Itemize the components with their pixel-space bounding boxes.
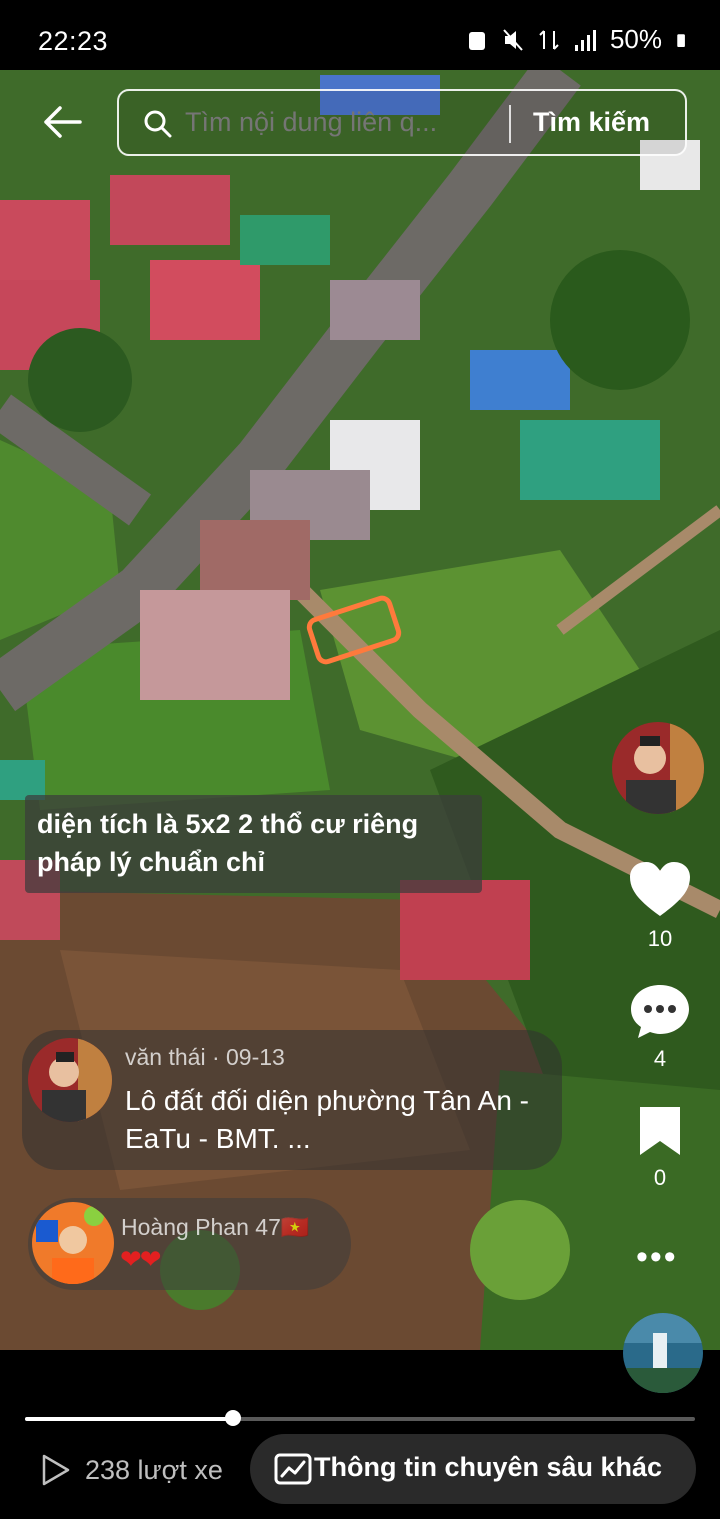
status-icons: 50% bbox=[466, 24, 690, 55]
search-input[interactable] bbox=[185, 107, 505, 138]
save-count: 0 bbox=[653, 1165, 667, 1190]
creator-avatar[interactable] bbox=[612, 722, 704, 814]
search-button[interactable]: Tìm kiếm bbox=[533, 107, 650, 138]
comment-bubble[interactable]: văn thái · 09-13 Lô đất đối diện phường … bbox=[22, 1030, 562, 1170]
status-bar: 22:23 50% bbox=[0, 0, 720, 70]
bookmark-icon[interactable] bbox=[628, 1105, 692, 1157]
signal-icon bbox=[574, 29, 596, 51]
heart-icon[interactable] bbox=[628, 860, 692, 918]
progress-bar[interactable] bbox=[25, 1410, 695, 1426]
view-count: 238 lượt xe bbox=[85, 1455, 223, 1485]
comment-count: 4 bbox=[653, 1046, 667, 1071]
video-caption: diện tích là 5x2 2 thổ cư riêng pháp lý … bbox=[25, 795, 482, 893]
avatar[interactable] bbox=[28, 1038, 112, 1122]
search-divider bbox=[509, 105, 511, 143]
comment-meta: văn thái · 09-13 bbox=[125, 1044, 285, 1070]
comment-author-name: Hoàng Phan 47 bbox=[121, 1214, 281, 1240]
comment-text: Lô đất đối diện phường Tân An - EaTu - B… bbox=[125, 1085, 529, 1154]
insight-button[interactable]: Thông tin chuyên sâu khác bbox=[250, 1434, 696, 1504]
chart-icon bbox=[274, 1453, 312, 1485]
status-time: 22:23 bbox=[38, 26, 109, 56]
insight-label: Thông tin chuyên sâu khác bbox=[314, 1452, 663, 1482]
search-bar[interactable]: Tìm kiếm bbox=[117, 89, 687, 156]
comment-author: Hoàng Phan 47🇻🇳 bbox=[121, 1214, 310, 1241]
comment-bubble[interactable]: Hoàng Phan 47🇻🇳 ❤❤ bbox=[28, 1198, 351, 1290]
progress-fill bbox=[25, 1417, 233, 1421]
flag-icon: 🇻🇳 bbox=[280, 1214, 310, 1240]
caption-line-1: diện tích là 5x2 2 thổ cư riêng bbox=[37, 809, 419, 839]
comment-text: ❤❤ bbox=[120, 1244, 162, 1274]
battery-icon bbox=[677, 33, 685, 47]
comment-author: văn thái bbox=[125, 1044, 206, 1070]
battery-percent: 50% bbox=[609, 24, 662, 54]
alarm-icon bbox=[468, 31, 485, 50]
music-disc[interactable] bbox=[623, 1313, 703, 1393]
avatar[interactable] bbox=[32, 1202, 114, 1284]
caption-line-2: pháp lý chuẩn chỉ bbox=[37, 847, 266, 877]
like-count: 10 bbox=[647, 926, 673, 951]
back-arrow-icon[interactable] bbox=[40, 100, 84, 144]
more-icon[interactable]: ••• bbox=[636, 1238, 678, 1277]
comment-icon[interactable] bbox=[628, 982, 692, 1040]
mute-icon bbox=[503, 28, 523, 51]
search-icon bbox=[144, 110, 172, 138]
comment-date: 09-13 bbox=[226, 1044, 285, 1070]
play-icon bbox=[42, 1454, 70, 1486]
data-icon bbox=[539, 29, 559, 50]
progress-knob[interactable] bbox=[224, 1410, 241, 1426]
